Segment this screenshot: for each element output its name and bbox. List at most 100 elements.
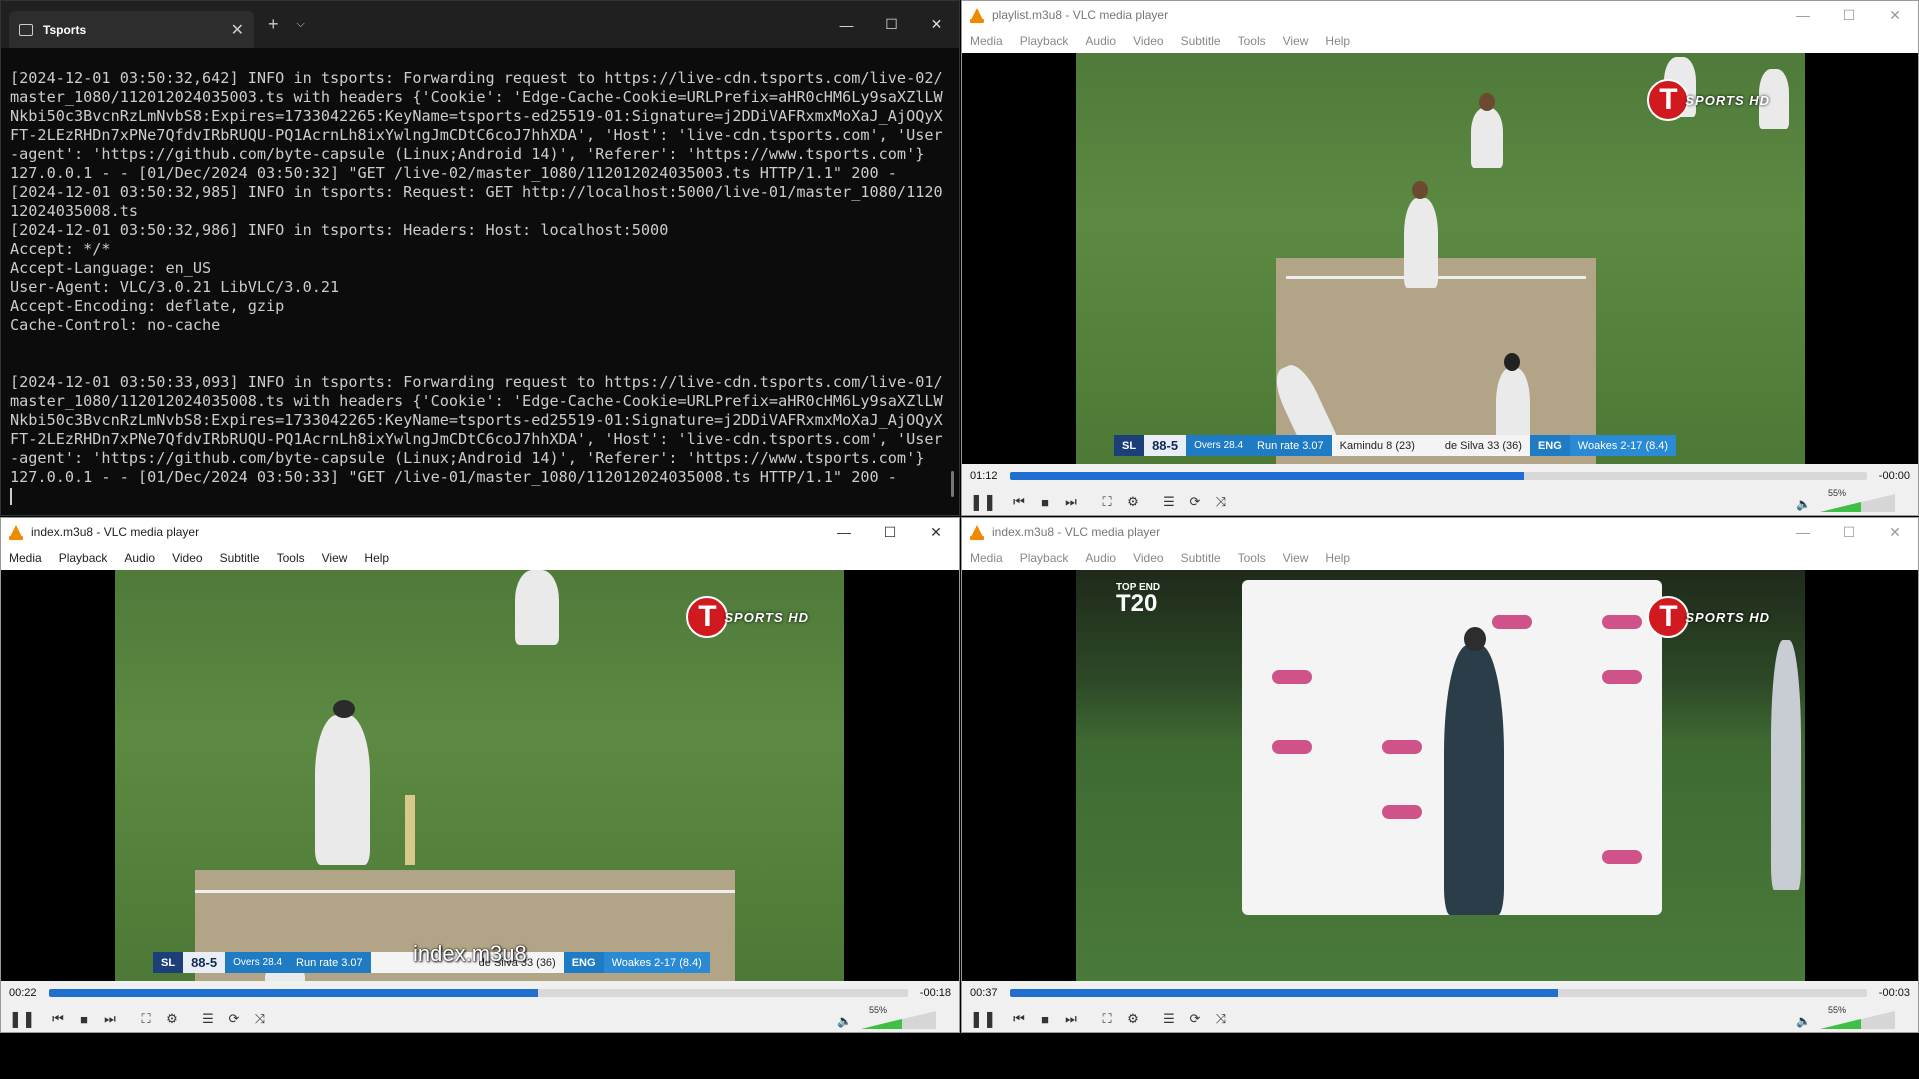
- menu-audio[interactable]: Audio: [1085, 34, 1116, 48]
- menu-subtitle[interactable]: Subtitle: [1181, 34, 1221, 48]
- speaker-icon[interactable]: 🔈: [837, 1014, 852, 1028]
- tab-close-icon[interactable]: ✕: [231, 20, 244, 40]
- close-button[interactable]: ✕: [1872, 7, 1918, 24]
- pause-button[interactable]: ❚❚: [9, 1006, 36, 1032]
- volume-slider[interactable]: 🔈 55%: [1796, 488, 1900, 514]
- loop-button[interactable]: ⟳: [1184, 1008, 1206, 1030]
- terminal-line: Nkbi50c3BvcnRzLmNvbS8:Expires=1733042265…: [10, 107, 943, 125]
- loop-button[interactable]: ⟳: [223, 1008, 245, 1030]
- terminal-titlebar: Tsports ✕ + ⌵ — ☐ ✕: [1, 1, 959, 48]
- fullscreen-button[interactable]: ⛶: [1096, 1008, 1118, 1030]
- stop-button[interactable]: ■: [1034, 491, 1056, 513]
- playlist-button[interactable]: ☰: [1158, 491, 1180, 513]
- terminal-window[interactable]: Tsports ✕ + ⌵ — ☐ ✕ [2024-12-01 03:50:32…: [0, 0, 960, 516]
- speaker-icon[interactable]: 🔈: [1796, 1014, 1811, 1028]
- overs-runrate: Overs 28.4 Run rate 3.07: [1186, 435, 1332, 456]
- terminal-icon: [19, 23, 33, 36]
- vlc-window-playlist[interactable]: playlist.m3u8 - VLC media player — ☐ ✕ M…: [961, 0, 1919, 516]
- shuffle-button[interactable]: ⤨: [249, 1008, 271, 1030]
- next-button[interactable]: ⏭: [1060, 491, 1082, 513]
- close-button[interactable]: ✕: [914, 16, 959, 33]
- playlist-button[interactable]: ☰: [1158, 1008, 1180, 1030]
- pause-button[interactable]: ❚❚: [970, 1006, 997, 1032]
- menu-subtitle[interactable]: Subtitle: [1181, 551, 1221, 565]
- terminal-line: [2024-12-01 03:50:32,985] INFO in tsport…: [10, 183, 943, 201]
- minimize-button[interactable]: —: [824, 17, 869, 33]
- menu-media[interactable]: Media: [970, 34, 1003, 48]
- menu-view[interactable]: View: [1283, 34, 1309, 48]
- menu-audio[interactable]: Audio: [1085, 551, 1116, 565]
- previous-button[interactable]: ⏮: [47, 1008, 69, 1030]
- volume-slider[interactable]: 🔈 55%: [837, 1005, 941, 1031]
- menu-playback[interactable]: Playback: [1020, 34, 1069, 48]
- terminal-tab[interactable]: Tsports ✕: [9, 11, 254, 48]
- playlist-button[interactable]: ☰: [197, 1008, 219, 1030]
- extended-settings-button[interactable]: ⚙: [1122, 1008, 1144, 1030]
- menu-playback[interactable]: Playback: [59, 551, 108, 565]
- remaining-time: -00:18: [919, 987, 951, 999]
- volume-slider[interactable]: 🔈 55%: [1796, 1005, 1900, 1031]
- team2-label: ENG: [1529, 435, 1570, 456]
- maximize-button[interactable]: ☐: [1826, 7, 1872, 24]
- menu-video[interactable]: Video: [1133, 551, 1163, 565]
- fullscreen-button[interactable]: ⛶: [135, 1008, 157, 1030]
- volume-percent: 55%: [869, 1005, 888, 1015]
- next-button[interactable]: ⏭: [1060, 1008, 1082, 1030]
- terminal-scrollbar[interactable]: [951, 471, 954, 497]
- menu-help[interactable]: Help: [1325, 551, 1350, 565]
- new-tab-button[interactable]: +: [268, 14, 279, 35]
- vlc-window-index-left[interactable]: index.m3u8 - VLC media player — ☐ ✕ Medi…: [0, 517, 960, 1033]
- menu-tools[interactable]: Tools: [1238, 34, 1266, 48]
- shuffle-button[interactable]: ⤨: [1210, 491, 1232, 513]
- speaker-icon[interactable]: 🔈: [1796, 497, 1811, 511]
- window-title: index.m3u8 - VLC media player: [31, 525, 200, 539]
- seek-slider[interactable]: [1009, 472, 1867, 480]
- video-area[interactable]: T SPORTS HD SL 88-5 Overs 28.4 Run rate 3.…: [1, 570, 959, 981]
- menu-video[interactable]: Video: [1133, 34, 1163, 48]
- maximize-button[interactable]: ☐: [869, 16, 914, 33]
- close-button[interactable]: ✕: [1872, 524, 1918, 541]
- window-controls: — ☐ ✕: [821, 518, 959, 546]
- terminal-output[interactable]: [2024-12-01 03:50:32,642] INFO in tsport…: [1, 48, 959, 506]
- loop-button[interactable]: ⟳: [1184, 491, 1206, 513]
- menu-view[interactable]: View: [322, 551, 348, 565]
- stop-button[interactable]: ■: [73, 1008, 95, 1030]
- terminal-cursor: [10, 488, 12, 505]
- menu-media[interactable]: Media: [9, 551, 42, 565]
- menu-media[interactable]: Media: [970, 551, 1003, 565]
- menu-tools[interactable]: Tools: [277, 551, 305, 565]
- tab-dropdown-button[interactable]: ⌵: [297, 18, 305, 31]
- previous-button[interactable]: ⏮: [1008, 491, 1030, 513]
- maximize-button[interactable]: ☐: [1826, 524, 1872, 541]
- minimize-button[interactable]: —: [821, 524, 867, 540]
- previous-button[interactable]: ⏮: [1008, 1008, 1030, 1030]
- pause-button[interactable]: ❚❚: [970, 489, 997, 515]
- vlc-cone-icon: [970, 524, 984, 540]
- batters: Kamindu 8 (23) de Silva 33 (36): [1331, 435, 1530, 456]
- menu-audio[interactable]: Audio: [124, 551, 155, 565]
- video-area[interactable]: T SPORTS HD SL 88-5 Overs 28.4 Run rate 3.…: [962, 53, 1918, 464]
- minimize-button[interactable]: —: [1780, 7, 1826, 23]
- terminal-line: Accept: */*: [10, 240, 111, 258]
- menu-tools[interactable]: Tools: [1238, 551, 1266, 565]
- vlc-window-index-right[interactable]: index.m3u8 - VLC media player — ☐ ✕ Medi…: [961, 517, 1919, 1033]
- shuffle-button[interactable]: ⤨: [1210, 1008, 1232, 1030]
- close-button[interactable]: ✕: [913, 524, 959, 541]
- video-area[interactable]: TOP END T20 T SPORTS HD: [962, 570, 1918, 981]
- menu-help[interactable]: Help: [364, 551, 389, 565]
- menu-subtitle[interactable]: Subtitle: [220, 551, 260, 565]
- seek-slider[interactable]: [1009, 989, 1867, 997]
- menu-playback[interactable]: Playback: [1020, 551, 1069, 565]
- menu-view[interactable]: View: [1283, 551, 1309, 565]
- fullscreen-button[interactable]: ⛶: [1096, 491, 1118, 513]
- stop-button[interactable]: ■: [1034, 1008, 1056, 1030]
- maximize-button[interactable]: ☐: [867, 524, 913, 541]
- extended-settings-button[interactable]: ⚙: [161, 1008, 183, 1030]
- extended-settings-button[interactable]: ⚙: [1122, 491, 1144, 513]
- menu-video[interactable]: Video: [172, 551, 202, 565]
- elapsed-time: 00:37: [970, 987, 998, 999]
- minimize-button[interactable]: —: [1780, 524, 1826, 540]
- menu-help[interactable]: Help: [1325, 34, 1350, 48]
- next-button[interactable]: ⏭: [99, 1008, 121, 1030]
- seek-slider[interactable]: [48, 989, 908, 997]
